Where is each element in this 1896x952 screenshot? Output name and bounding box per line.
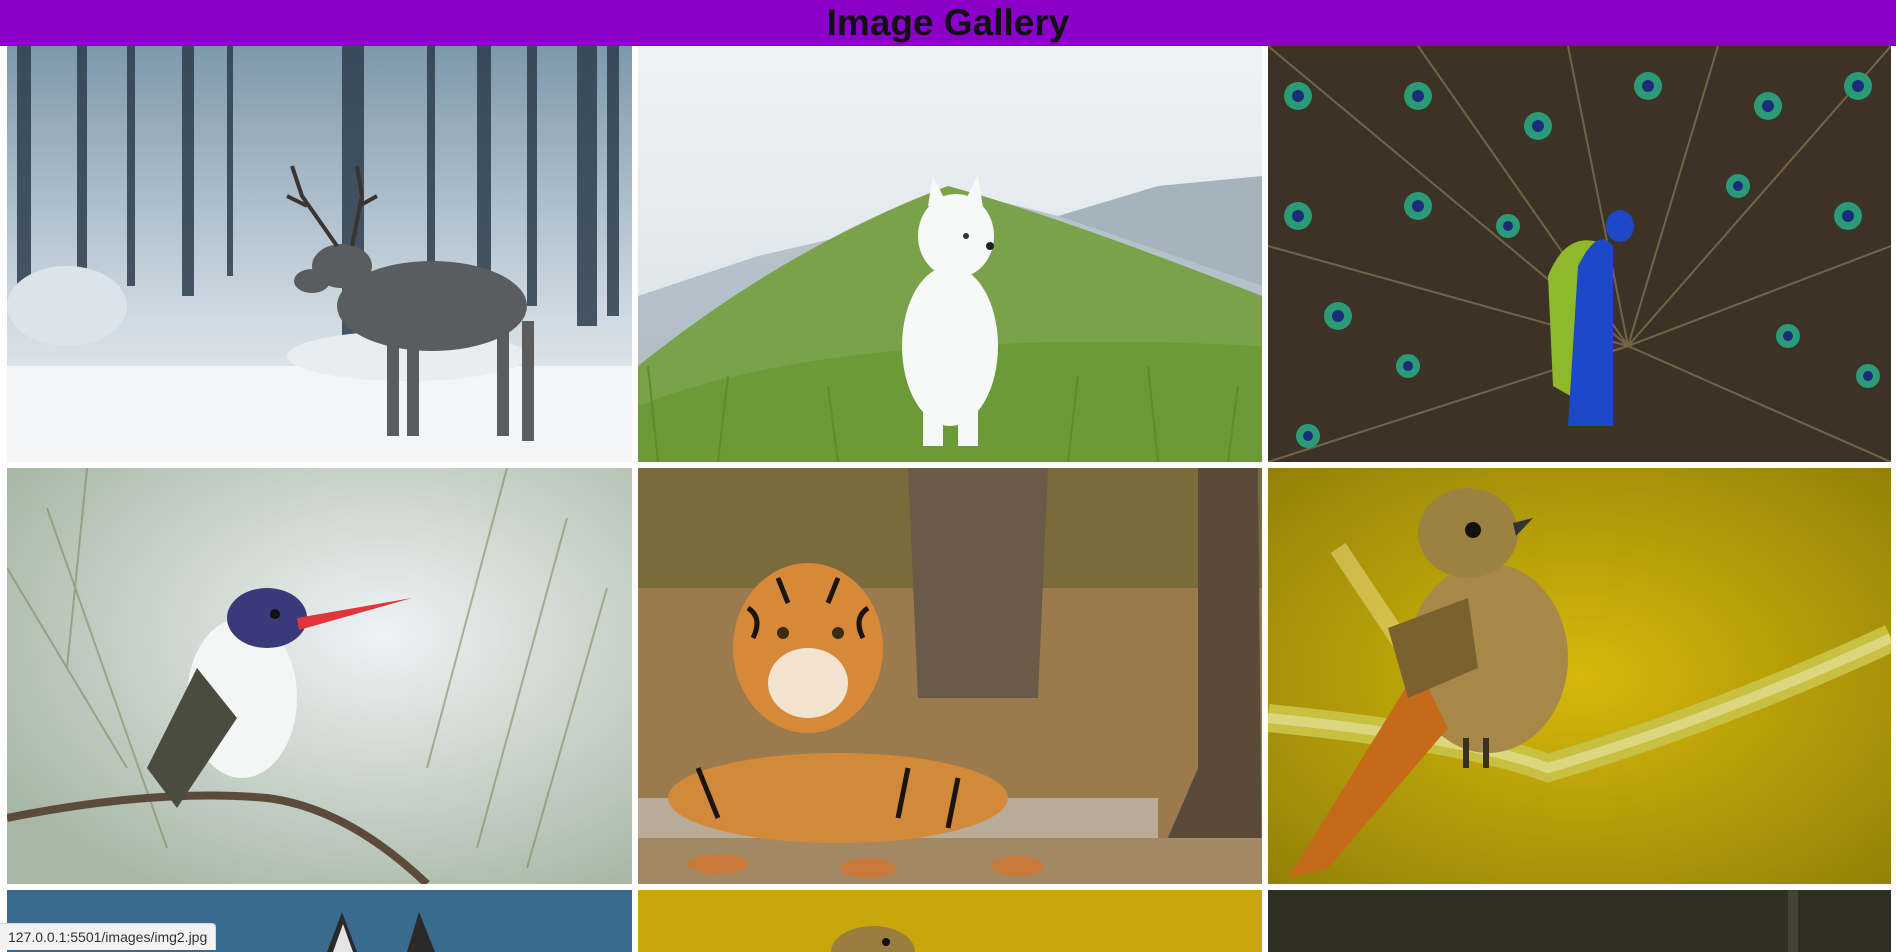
hummingbird-image: [7, 468, 632, 884]
dark-forest-image: [1268, 890, 1891, 952]
gallery-image-dark-forest[interactable]: [1268, 890, 1891, 952]
tiger-image: [638, 468, 1262, 884]
image-gallery: [0, 46, 1896, 952]
gallery-image-peacock[interactable]: [1268, 46, 1891, 462]
page-title: Image Gallery: [826, 2, 1070, 43]
page-header: Image Gallery: [0, 0, 1896, 46]
browser-status-bar: 127.0.0.1:5501/images/img2.jpg: [0, 923, 217, 950]
gallery-image-tiger[interactable]: [638, 468, 1262, 884]
reindeer-image: [7, 46, 632, 462]
peacock-image: [1268, 46, 1891, 462]
gallery-image-yellow-bird[interactable]: [638, 890, 1262, 952]
gallery-image-hummingbird[interactable]: [7, 468, 632, 884]
redstart-image: [1268, 468, 1891, 884]
gallery-image-white-dog[interactable]: [638, 46, 1262, 462]
gallery-image-redstart[interactable]: [1268, 468, 1891, 884]
white-dog-image: [638, 46, 1262, 462]
yellow-bird-image: [638, 890, 1262, 952]
gallery-image-reindeer[interactable]: [7, 46, 632, 462]
